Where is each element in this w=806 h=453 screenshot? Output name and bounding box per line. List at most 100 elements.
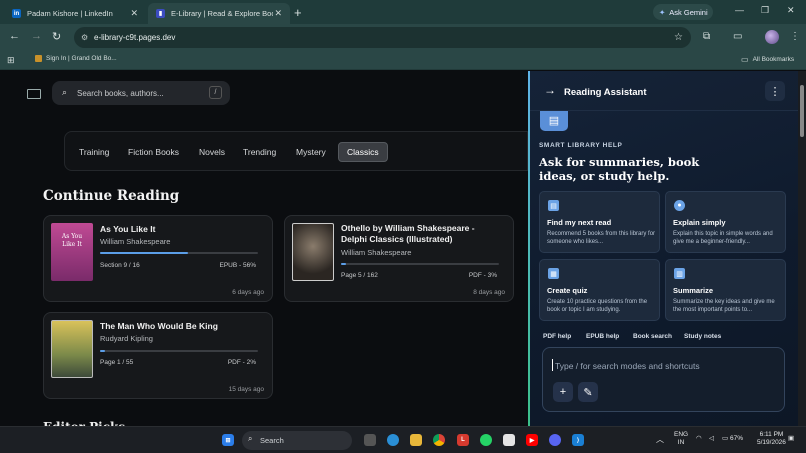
restore-icon[interactable]: ❐ <box>761 5 769 16</box>
bookmark-star-icon[interactable]: ☆ <box>674 32 683 43</box>
tab-mystery[interactable]: Mystery <box>288 142 334 162</box>
gemini-label: Ask Gemini <box>669 7 708 17</box>
tab-trending[interactable]: Trending <box>235 142 284 162</box>
prompt-card-explain-simply[interactable]: ● Explain simply Explain this topic in s… <box>665 191 786 253</box>
chrome-icon[interactable] <box>433 434 445 446</box>
menu-icon[interactable]: ⋮ <box>790 31 800 42</box>
reload-icon[interactable]: ↻ <box>52 30 61 43</box>
battery-indicator[interactable]: ▭ 67% <box>722 435 743 443</box>
vscode-icon[interactable]: ⟩ <box>572 434 584 446</box>
book-author: Rudyard Kipling <box>100 334 153 343</box>
address-bar[interactable]: ⚙ e-library-c9t.pages.dev ☆ <box>74 27 691 48</box>
chip-book-search[interactable]: Book search <box>633 333 672 340</box>
tab-classics[interactable]: Classics <box>338 142 388 162</box>
tab-title: Padam Kishore | LinkedIn <box>27 9 113 18</box>
prompt-card-create-quiz[interactable]: ▦ Create quiz Create 10 practice questio… <box>539 259 660 321</box>
prompt-card-find-next-read[interactable]: ▤ Find my next read Recommend 5 books fr… <box>539 191 660 253</box>
chip-epub-help[interactable]: EPUB help <box>586 333 619 340</box>
edit-icon[interactable]: ✎ <box>578 382 598 402</box>
scrollbar-thumb[interactable] <box>800 85 804 137</box>
new-tab-button[interactable]: + <box>294 5 302 20</box>
clock-time: 6:11 PM <box>759 431 784 438</box>
collapse-arrow-icon[interactable]: → <box>544 83 556 97</box>
forward-icon[interactable]: → <box>31 30 42 42</box>
bookmark-favicon-icon <box>35 55 42 62</box>
clock[interactable]: 6:11 PM 5/19/2026 <box>757 431 786 447</box>
lightbulb-icon: ● <box>674 200 685 211</box>
book-author: William Shakespeare <box>100 237 171 246</box>
reading-assistant-panel: ▤ → Reading Assistant ⋮ SMART LIBRARY HE… <box>530 71 798 426</box>
format-label: EPUB - 56% <box>219 262 257 269</box>
book-card[interactable]: Othello by William Shakespeare - Delphi … <box>284 215 514 302</box>
document-icon: ▥ <box>674 268 685 279</box>
apps-grid-icon[interactable]: ⊞ <box>7 55 15 66</box>
add-attachment-icon[interactable]: + <box>553 382 573 402</box>
library-logo-icon[interactable] <box>27 89 41 99</box>
book-title-line2: Delphi Classics (Illustrated) <box>341 234 453 244</box>
tab-training[interactable]: Training <box>71 142 117 162</box>
ask-gemini-button[interactable]: ✦ Ask Gemini <box>653 4 713 20</box>
taskbar-search[interactable]: ⌕ Search <box>242 431 352 450</box>
bookmark-label: Sign In | Grand Old Bo... <box>46 55 117 62</box>
tray-chevron-icon[interactable]: ︿ <box>656 436 664 444</box>
taskbar-search-label: Search <box>260 436 284 445</box>
category-tabs: Training Fiction Books Novels Trending M… <box>64 131 528 171</box>
card-title: Explain simply <box>673 218 726 227</box>
book-card[interactable]: As You Like It As You Like It William Sh… <box>43 215 273 302</box>
language-indicator[interactable]: ENG IN <box>674 431 688 447</box>
volume-icon[interactable]: ◁ <box>709 435 714 443</box>
minimize-icon[interactable]: — <box>735 5 744 15</box>
discord-icon[interactable] <box>549 434 561 446</box>
bookmark-item[interactable]: Sign In | Grand Old Bo... <box>35 55 117 62</box>
store-icon[interactable] <box>503 434 515 446</box>
card-title: Summarize <box>673 286 714 295</box>
last-read: 8 days ago <box>473 289 505 296</box>
tab-title: E-Library | Read & Explore Books <box>171 9 273 18</box>
whatsapp-icon[interactable] <box>480 434 492 446</box>
quiz-icon: ▦ <box>548 268 559 279</box>
search-box[interactable]: ⌕ Search books, authors... / <box>52 81 230 105</box>
clock-date: 5/19/2026 <box>757 439 786 446</box>
start-menu-icon[interactable]: ⊞ <box>222 434 234 446</box>
edge-icon[interactable] <box>387 434 399 446</box>
book-card[interactable]: The Man Who Would Be King Rudyard Kiplin… <box>43 312 273 399</box>
assistant-composer[interactable]: Type / for search modes and shortcuts + … <box>542 347 785 412</box>
progress-bar <box>100 252 258 254</box>
assistant-kicker: SMART LIBRARY HELP <box>539 142 623 149</box>
card-desc: Create 10 practice questions from the bo… <box>547 299 648 313</box>
book-title: As You Like It <box>100 224 156 234</box>
battery-icon: ▭ <box>722 435 729 442</box>
task-view-icon[interactable] <box>364 434 376 446</box>
all-bookmarks[interactable]: ▭ All Bookmarks <box>741 55 794 64</box>
bookmarks-bar: ⊞ Sign In | Grand Old Bo... ▭ All Bookma… <box>0 51 806 70</box>
card-title: Find my next read <box>547 218 612 227</box>
page-scrollbar[interactable] <box>798 71 806 426</box>
close-tab-icon[interactable]: ✕ <box>130 8 138 19</box>
folder-icon: ▭ <box>741 55 749 64</box>
cast-icon[interactable]: ▭ <box>733 31 742 42</box>
close-window-icon[interactable]: ✕ <box>787 5 795 16</box>
prompt-card-summarize[interactable]: ▥ Summarize Summarize the key ideas and … <box>665 259 786 321</box>
progress-bar <box>341 263 499 265</box>
more-options-icon[interactable]: ⋮ <box>765 81 785 101</box>
back-icon[interactable]: ← <box>9 30 20 42</box>
wifi-icon[interactable]: ◠ <box>696 435 702 443</box>
notification-icon[interactable]: ▣ <box>788 435 794 443</box>
tab-elibrary[interactable]: ▮ E-Library | Read & Explore Books ✕ <box>148 3 290 24</box>
chip-study-notes[interactable]: Study notes <box>684 333 721 340</box>
tab-linkedin[interactable]: in Padam Kishore | LinkedIn ✕ <box>4 3 146 24</box>
search-icon: ⌕ <box>248 434 253 443</box>
book-title: The Man Who Would Be King <box>100 321 218 331</box>
profile-avatar[interactable] <box>765 30 779 44</box>
site-info-icon[interactable]: ⚙ <box>81 33 88 42</box>
file-explorer-icon[interactable] <box>410 434 422 446</box>
close-tab-icon[interactable]: ✕ <box>274 8 282 19</box>
app-icon[interactable]: L <box>457 434 469 446</box>
browser-toolbar: ← → ↻ ⚙ e-library-c9t.pages.dev ☆ ⧉ ▭ ⋮ <box>0 24 806 51</box>
tab-novels[interactable]: Novels <box>191 142 233 162</box>
chip-pdf-help[interactable]: PDF help <box>543 333 571 340</box>
extensions-icon[interactable]: ⧉ <box>703 31 710 42</box>
tab-fiction-books[interactable]: Fiction Books <box>120 142 187 162</box>
book-icon: ▤ <box>548 200 559 211</box>
youtube-icon[interactable]: ▶ <box>526 434 538 446</box>
